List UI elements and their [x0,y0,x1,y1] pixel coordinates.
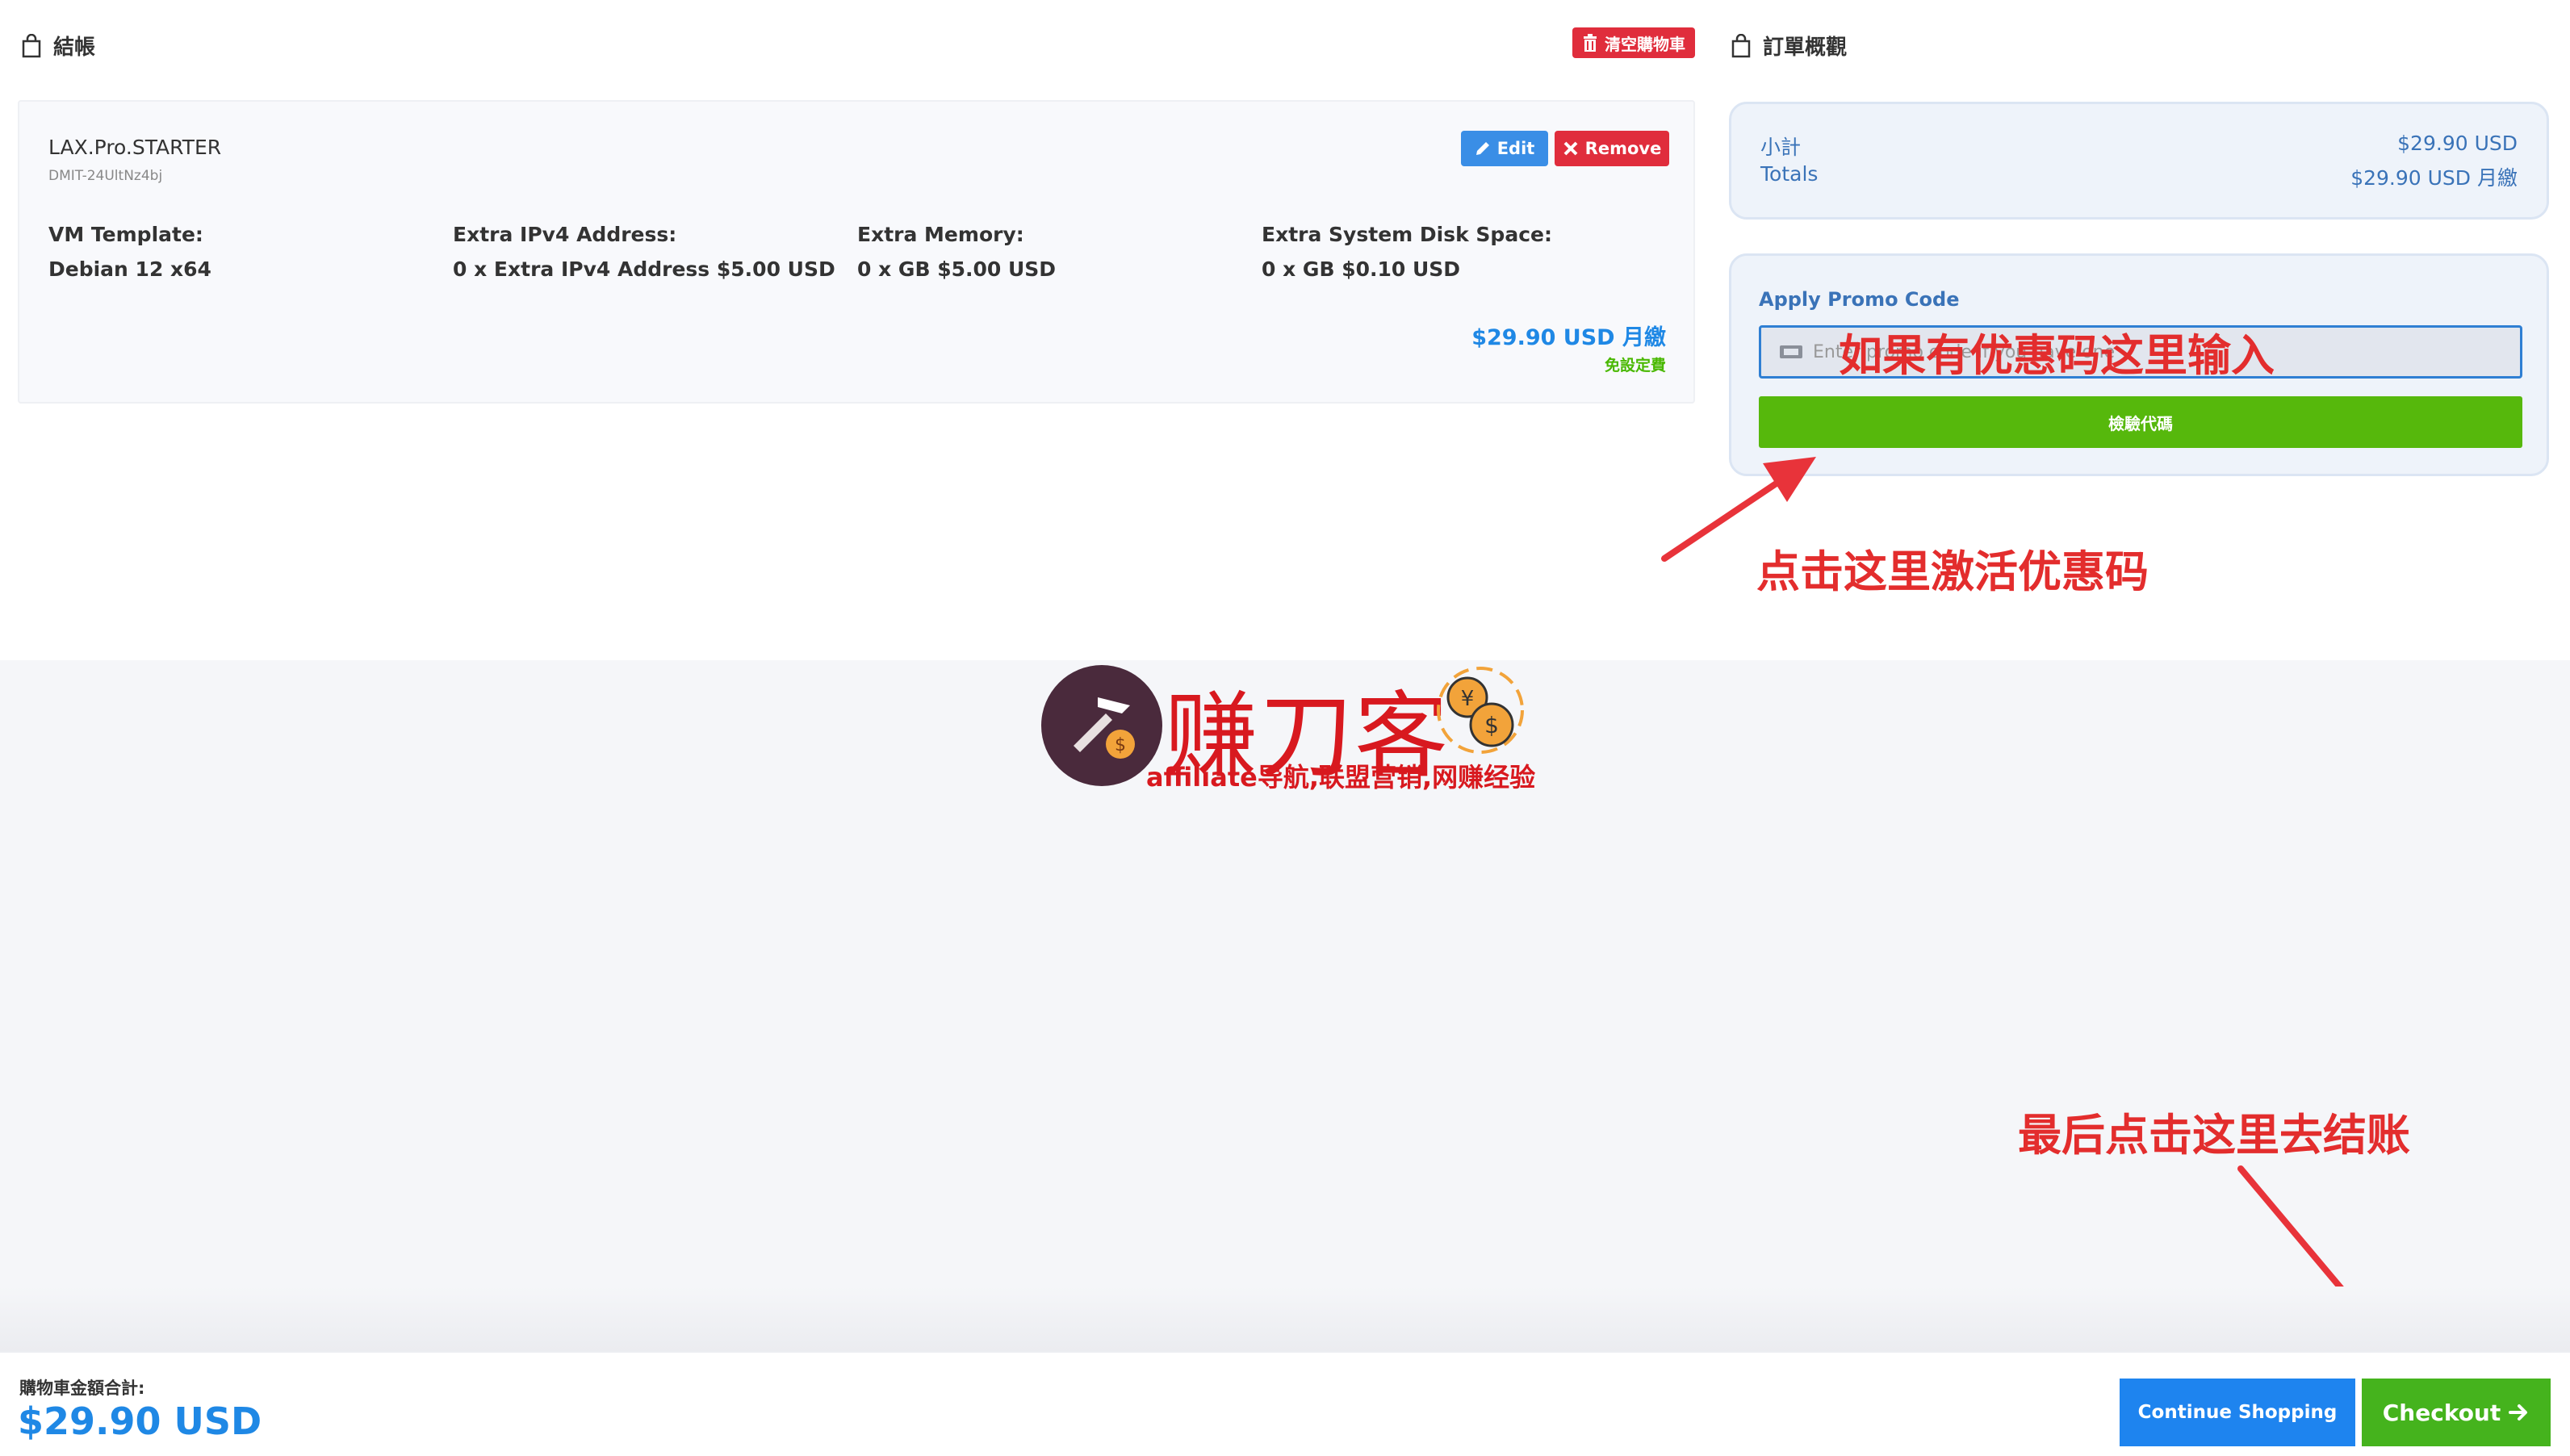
svg-text:$: $ [1115,735,1126,755]
trash-icon [1584,34,1597,52]
config-label: Extra Memory: [857,223,1024,246]
config-vm-template: VM Template: Debian 12 x64 [48,223,436,281]
config-extra-memory: Extra Memory: 0 x GB $5.00 USD [857,223,1245,281]
checkout-label: Checkout [2382,1399,2501,1426]
config-value: Debian 12 x64 [48,257,211,281]
order-summary-card: 小計 $29.90 USD Totals $29.90 USD 月繳 [1729,102,2549,220]
config-extra-disk: Extra System Disk Space: 0 x GB $0.10 US… [1262,223,1649,281]
footer-shadow [0,1287,2570,1351]
svg-text:¥: ¥ [1461,687,1475,711]
remove-button[interactable]: Remove [1555,131,1669,166]
close-icon [1563,141,1578,156]
config-value: 0 x Extra IPv4 Address $5.00 USD [453,257,835,281]
subtotal-row: 小計 $29.90 USD [1760,132,2518,161]
edit-label: Edit [1496,139,1535,158]
clear-cart-button[interactable]: 清空購物車 [1572,27,1695,58]
pencil-icon [1475,142,1489,155]
cart-item-card: LAX.Pro.STARTER DMIT-24UltNz4bj Edit Rem… [18,100,1695,404]
totals-value: $29.90 USD 月繳 [2350,166,2518,190]
checkout-footer: 購物車金額合計: $29.90 USD Continue Shopping Ch… [0,1351,2570,1456]
checkout-header: 結帳 [21,31,95,61]
cart-total-label: 購物車金額合計: [19,1379,145,1398]
order-summary-header: 訂單概觀 [1731,31,1847,61]
continue-shopping-button[interactable]: Continue Shopping [2120,1379,2355,1446]
cart-total-amount: $29.90 USD [18,1400,262,1443]
activate-code-hint: 点击这里激活优惠码 [1756,546,2149,597]
svg-text:$: $ [1484,712,1499,738]
product-price: $29.90 USD 月繳 [1471,325,1666,350]
subtotal-value: $29.90 USD [2397,132,2518,155]
product-name: LAX.Pro.STARTER [48,136,222,159]
promo-input-hint: 如果有优惠码这里输入 [1839,330,2275,381]
subtotal-label: 小計 [1760,136,1802,159]
product-code: DMIT-24UltNz4bj [48,168,163,184]
remove-label: Remove [1584,139,1662,158]
shopping-bag-icon [1731,33,1751,57]
coins-icon: ¥ $ [1437,667,1524,754]
ticket-icon [1780,345,1802,358]
totals-label: Totals [1760,162,1819,186]
order-summary-title: 訂單概觀 [1763,36,1848,60]
validate-code-button[interactable]: 檢驗代碼 [1759,396,2522,448]
config-value: 0 x GB $0.10 USD [1262,257,1461,281]
clear-cart-label: 清空購物車 [1605,34,1685,54]
checkout-button[interactable]: Checkout [2362,1379,2551,1446]
checkout-title: 結帳 [53,36,96,60]
config-extra-ipv4: Extra IPv4 Address: 0 x Extra IPv4 Addre… [453,223,840,281]
arrow-right-icon [2509,1404,2528,1420]
promo-label: Apply Promo Code [1759,288,1960,311]
config-label: Extra System Disk Space: [1262,223,1552,246]
watermark-logo: $ 赚刀客 ¥ $ affiliate导航,联盟营销,网赚经验 [1041,665,1535,794]
shopping-bag-icon [22,33,41,57]
config-value: 0 x GB $5.00 USD [857,257,1057,281]
watermark-subtitle: affiliate导航,联盟营销,网赚经验 [1146,762,1536,793]
setup-fee-note: 免設定費 [1604,357,1666,374]
checkout-hint: 最后点击这里去结账 [2018,1110,2410,1161]
config-label: Extra IPv4 Address: [453,223,677,246]
totals-row: Totals $29.90 USD 月繳 [1760,162,2518,191]
config-label: VM Template: [48,223,203,246]
edit-button[interactable]: Edit [1461,131,1548,166]
logo-emblem: $ [1041,665,1162,786]
